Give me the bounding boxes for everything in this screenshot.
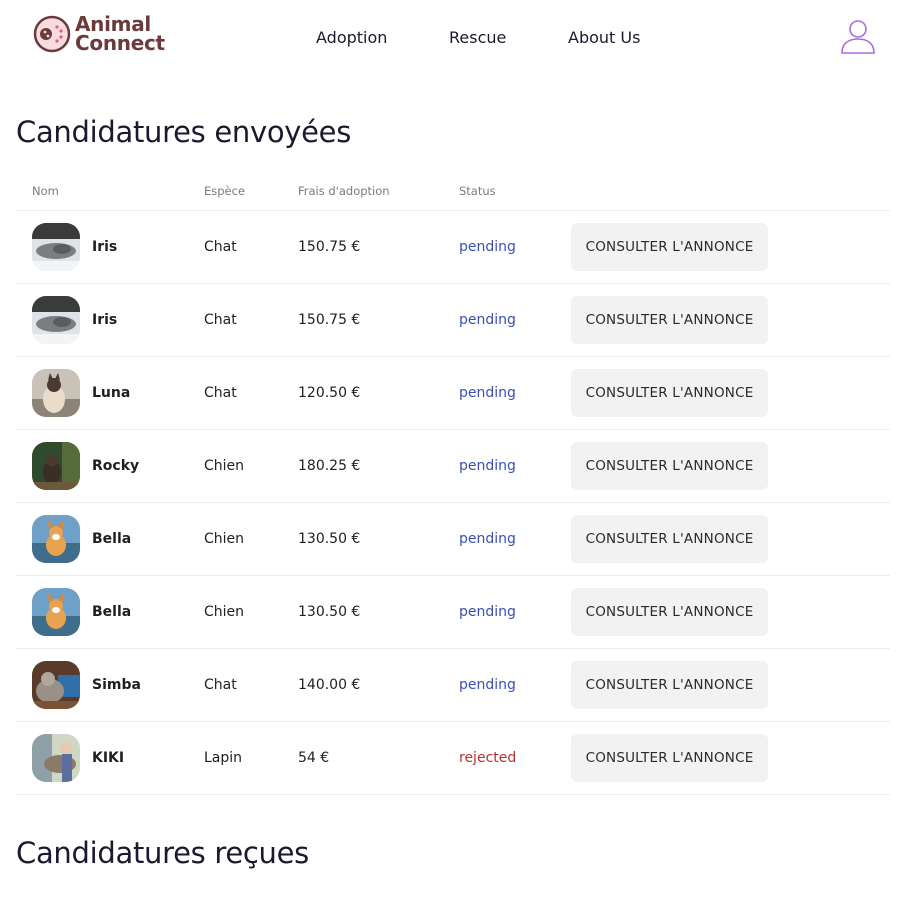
table-row: Simba Chat 140.00 € pending CONSULTER L'…	[16, 649, 890, 722]
view-listing-button[interactable]: CONSULTER L'ANNONCE	[571, 734, 768, 782]
pet-name: KIKI	[92, 750, 125, 766]
pet-species: Chien	[204, 531, 245, 547]
view-listing-button[interactable]: CONSULTER L'ANNONCE	[571, 369, 768, 417]
pet-species: Lapin	[204, 750, 243, 766]
user-account-icon[interactable]	[838, 16, 878, 56]
pet-name: Rocky	[92, 458, 140, 474]
sent-applications-table: Nom Espèce Frais d'adoption Status Iris …	[16, 170, 890, 795]
view-listing-button[interactable]: CONSULTER L'ANNONCE	[571, 223, 768, 271]
pet-species: Chat	[204, 385, 237, 401]
view-listing-button[interactable]: CONSULTER L'ANNONCE	[571, 442, 768, 490]
nav-adoption[interactable]: Adoption	[316, 28, 387, 47]
top-header: Animal Connect Adoption Rescue About Us	[0, 0, 899, 78]
header-name: Nom	[32, 184, 59, 198]
adoption-fee: 54 €	[298, 750, 330, 766]
status-label: pending	[459, 531, 516, 547]
pet-name: Iris	[92, 312, 118, 328]
pet-photo	[32, 442, 80, 490]
table-row: Iris Chat 150.75 € pending CONSULTER L'A…	[16, 211, 890, 284]
table-row: Luna Chat 120.50 € pending CONSULTER L'A…	[16, 357, 890, 430]
status-label: pending	[459, 677, 516, 693]
table-row: Rocky Chien 180.25 € pending CONSULTER L…	[16, 430, 890, 503]
view-listing-button[interactable]: CONSULTER L'ANNONCE	[571, 515, 768, 563]
status-label: pending	[459, 458, 516, 474]
pet-name: Luna	[92, 385, 131, 401]
pet-species: Chat	[204, 239, 237, 255]
view-listing-button[interactable]: CONSULTER L'ANNONCE	[571, 588, 768, 636]
view-listing-button[interactable]: CONSULTER L'ANNONCE	[571, 661, 768, 709]
table-row: Bella Chien 130.50 € pending CONSULTER L…	[16, 503, 890, 576]
pet-name: Bella	[92, 531, 132, 547]
adoption-fee: 120.50 €	[298, 385, 361, 401]
pet-photo	[32, 223, 80, 271]
pet-name: Iris	[92, 239, 118, 255]
table-row: Iris Chat 150.75 € pending CONSULTER L'A…	[16, 284, 890, 357]
status-label: pending	[459, 239, 516, 255]
pet-photo	[32, 734, 80, 782]
pet-photo	[32, 661, 80, 709]
adoption-fee: 150.75 €	[298, 239, 361, 255]
status-label: pending	[459, 385, 516, 401]
table-header: Nom Espèce Frais d'adoption Status	[16, 170, 890, 211]
pet-name: Bella	[92, 604, 132, 620]
pet-photo	[32, 515, 80, 563]
status-label: pending	[459, 312, 516, 328]
status-label: rejected	[459, 750, 517, 766]
header-species: Espèce	[204, 184, 246, 198]
pet-name: Simba	[92, 677, 141, 693]
table-row: KIKI Lapin 54 € rejected CONSULTER L'ANN…	[16, 722, 890, 795]
pet-photo	[32, 588, 80, 636]
status-label: pending	[459, 604, 516, 620]
nav-about-us[interactable]: About Us	[568, 28, 640, 47]
adoption-fee: 140.00 €	[298, 677, 361, 693]
pet-species: Chien	[204, 604, 245, 620]
adoption-fee: 130.50 €	[298, 604, 361, 620]
view-listing-button[interactable]: CONSULTER L'ANNONCE	[571, 296, 768, 344]
pet-species: Chat	[204, 677, 237, 693]
header-fee: Frais d'adoption	[298, 184, 390, 198]
table-row: Bella Chien 130.50 € pending CONSULTER L…	[16, 576, 890, 649]
adoption-fee: 180.25 €	[298, 458, 361, 474]
adoption-fee: 130.50 €	[298, 531, 361, 547]
pet-photo	[32, 296, 80, 344]
header-status: Status	[459, 184, 496, 198]
received-applications-title: Candidatures reçues	[16, 836, 309, 870]
adoption-fee: 150.75 €	[298, 312, 361, 328]
main-nav: Adoption Rescue About Us	[0, 28, 899, 50]
pet-species: Chien	[204, 458, 245, 474]
pet-species: Chat	[204, 312, 237, 328]
nav-rescue[interactable]: Rescue	[449, 28, 506, 47]
sent-applications-title: Candidatures envoyées	[16, 115, 352, 149]
pet-photo	[32, 369, 80, 417]
